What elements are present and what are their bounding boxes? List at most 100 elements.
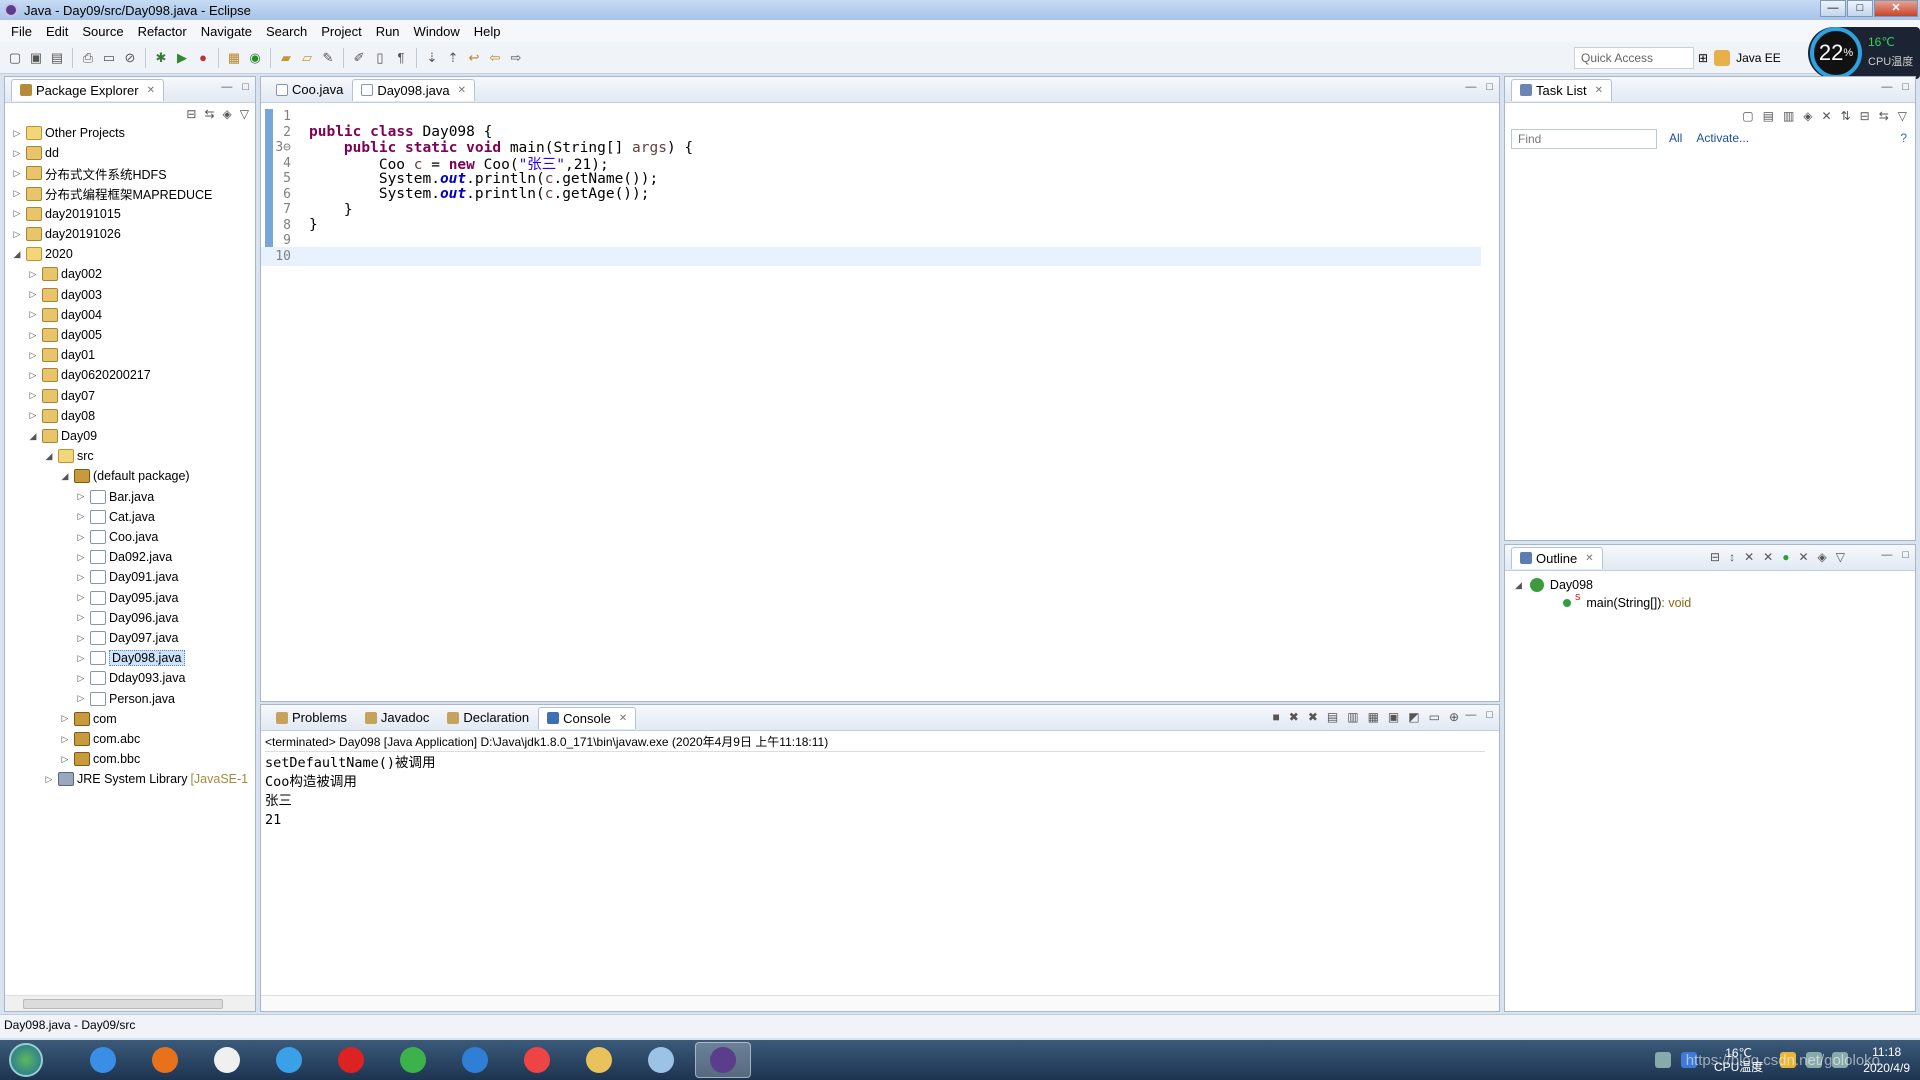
menu-item-file[interactable]: File <box>4 24 39 39</box>
hide-local-types-icon[interactable]: ✕ <box>1798 550 1808 564</box>
menu-item-help[interactable]: Help <box>467 24 508 39</box>
tree-item[interactable]: ▷ Bar.java <box>75 487 154 507</box>
focus-icon[interactable]: ◈ <box>1803 109 1812 123</box>
filter-all-link[interactable]: All <box>1669 131 1682 145</box>
expand-arrow-icon[interactable]: ▷ <box>75 511 87 522</box>
tree-item[interactable]: ▷ day20191015 <box>11 204 121 224</box>
open-type-icon[interactable]: ▰ <box>277 49 295 67</box>
collapse-arrow-icon[interactable]: ◢ <box>43 451 55 462</box>
tree-item[interactable]: ▷ day002 <box>27 264 102 284</box>
new-task-icon[interactable]: ▢ <box>1742 109 1753 123</box>
sort-icon[interactable]: ↕ <box>1729 550 1735 564</box>
tree-item[interactable]: ◢ src <box>43 446 94 466</box>
close-icon[interactable]: ✕ <box>1595 85 1603 96</box>
word-wrap-icon[interactable]: ▦ <box>1368 710 1379 724</box>
next-annotation-icon[interactable]: ⇣ <box>423 49 441 67</box>
tree-item[interactable]: ▷ Day098.java <box>75 648 185 668</box>
collapse-all-icon[interactable]: ⊟ <box>1710 550 1720 564</box>
expand-arrow-icon[interactable]: ▷ <box>59 713 71 724</box>
tab-outline[interactable]: Outline ✕ <box>1511 546 1603 569</box>
horizontal-scrollbar[interactable] <box>5 995 255 1011</box>
show-on-output-icon[interactable]: ▣ <box>1388 710 1399 724</box>
expand-arrow-icon[interactable]: ▷ <box>75 673 87 684</box>
back-icon[interactable]: ⇦ <box>486 49 504 67</box>
menu-item-search[interactable]: Search <box>259 24 314 39</box>
tree-item[interactable]: ◢ 2020 <box>11 244 73 264</box>
tab-problems[interactable]: Problems <box>267 707 356 729</box>
tree-item[interactable]: ▷ day20191026 <box>11 224 121 244</box>
menu-item-edit[interactable]: Edit <box>39 24 75 39</box>
categorized-icon[interactable]: ▤ <box>1763 109 1774 123</box>
minimize-window-button[interactable]: — <box>1820 0 1846 17</box>
tree-item[interactable]: ▷ Cat.java <box>75 507 155 527</box>
tree-item[interactable]: ▷ com.bbc <box>59 749 140 769</box>
expand-arrow-icon[interactable]: ▷ <box>27 330 39 341</box>
tab-console[interactable]: Console ✕ <box>538 706 637 729</box>
tree-item[interactable]: ▷ dd <box>11 143 59 163</box>
print-icon[interactable]: ⎙ <box>79 49 97 67</box>
collapse-arrow-icon[interactable]: ◢ <box>27 431 39 442</box>
tree-item[interactable]: ▷ Coo.java <box>75 527 158 547</box>
tree-item[interactable]: ▷ com.abc <box>59 729 140 749</box>
collapse-all-icon[interactable]: ⊟ <box>1860 109 1870 123</box>
close-icon[interactable]: ✕ <box>619 713 627 724</box>
expand-arrow-icon[interactable]: ▷ <box>27 410 39 421</box>
maximize-view-icon[interactable]: □ <box>1902 81 1909 93</box>
minimize-view-icon[interactable]: — <box>1881 81 1892 93</box>
close-window-button[interactable]: ✕ <box>1874 0 1918 17</box>
maximize-view-icon[interactable]: □ <box>242 81 249 93</box>
expand-arrow-icon[interactable]: ▷ <box>59 754 71 765</box>
minimize-view-icon[interactable]: — <box>1465 81 1476 93</box>
taskbar-app[interactable] <box>571 1042 627 1078</box>
view-menu-icon[interactable]: ▽ <box>1898 109 1907 123</box>
expand-arrow-icon[interactable]: ▷ <box>11 128 23 139</box>
expand-arrow-icon[interactable]: ▷ <box>11 208 23 219</box>
toggle-mark-occurrences-icon[interactable]: ✐ <box>350 49 368 67</box>
maximize-view-icon[interactable]: □ <box>1486 81 1493 93</box>
code-line[interactable]: 10 <box>261 246 1481 266</box>
tree-item[interactable]: ▷ JRE System Library [JavaSE-1 <box>43 769 248 789</box>
expand-arrow-icon[interactable]: ▷ <box>75 653 87 664</box>
show-whitespace-icon[interactable]: ¶ <box>392 49 410 67</box>
tree-item[interactable]: ▷ Person.java <box>75 689 175 709</box>
perspective-label[interactable]: Java EE <box>1736 51 1781 65</box>
taskbar-app[interactable] <box>447 1042 503 1078</box>
hide-static-icon[interactable]: ✕ <box>1763 550 1773 564</box>
new-java-class-icon[interactable]: ◉ <box>246 49 264 67</box>
expand-arrow-icon[interactable]: ◢ <box>1515 580 1522 591</box>
tree-item[interactable]: ▷ day07 <box>27 386 95 406</box>
tree-item[interactable]: ◢ Day09 <box>27 426 97 446</box>
expand-arrow-icon[interactable]: ▷ <box>27 370 39 381</box>
collapse-arrow-icon[interactable]: ◢ <box>11 249 23 260</box>
horizontal-scrollbar[interactable] <box>261 995 1499 1011</box>
taskbar-app[interactable] <box>323 1042 379 1078</box>
tree-item[interactable]: ▷ Day096.java <box>75 608 179 628</box>
close-icon[interactable]: ✕ <box>458 85 466 96</box>
taskbar-app[interactable] <box>261 1042 317 1078</box>
expand-arrow-icon[interactable]: ▷ <box>75 633 87 644</box>
expand-arrow-icon[interactable]: ▷ <box>11 229 23 240</box>
view-menu-icon[interactable]: ▽ <box>240 107 249 121</box>
tree-item[interactable]: ▷ day004 <box>27 305 102 325</box>
expand-arrow-icon[interactable]: ▷ <box>27 309 39 320</box>
menu-item-navigate[interactable]: Navigate <box>194 24 259 39</box>
outline-method-node[interactable]: S main(String[]) : void <box>1563 593 1691 613</box>
scheduled-icon[interactable]: ▥ <box>1783 109 1794 123</box>
tree-item[interactable]: ▷ Other Projects <box>11 123 125 143</box>
tab-javadoc[interactable]: Javadoc <box>356 707 438 729</box>
save-all-icon[interactable]: ▤ <box>48 49 66 67</box>
tree-item[interactable]: ▷ Day097.java <box>75 628 179 648</box>
expand-arrow-icon[interactable]: ▷ <box>75 693 87 704</box>
terminate-icon[interactable]: ■ <box>1273 710 1280 724</box>
expand-arrow-icon[interactable]: ▷ <box>75 532 87 543</box>
expand-arrow-icon[interactable]: ▷ <box>27 289 39 300</box>
menu-item-run[interactable]: Run <box>369 24 407 39</box>
close-icon[interactable]: ✕ <box>147 85 155 96</box>
minimize-view-icon[interactable]: — <box>1465 709 1476 721</box>
window-title-bar[interactable]: Java - Day09/src/Day098.java - Eclipse —… <box>0 0 1920 20</box>
skip-breakpoints-icon[interactable]: ⊘ <box>121 49 139 67</box>
hide-non-public-icon[interactable]: ● <box>1782 550 1789 564</box>
console-output[interactable]: setDefaultName()被调用 Coo构造被调用 张三 21 <box>265 751 1485 996</box>
expand-arrow-icon[interactable]: ▷ <box>75 592 87 603</box>
toggle-block-selection-icon[interactable]: ▯ <box>371 49 389 67</box>
